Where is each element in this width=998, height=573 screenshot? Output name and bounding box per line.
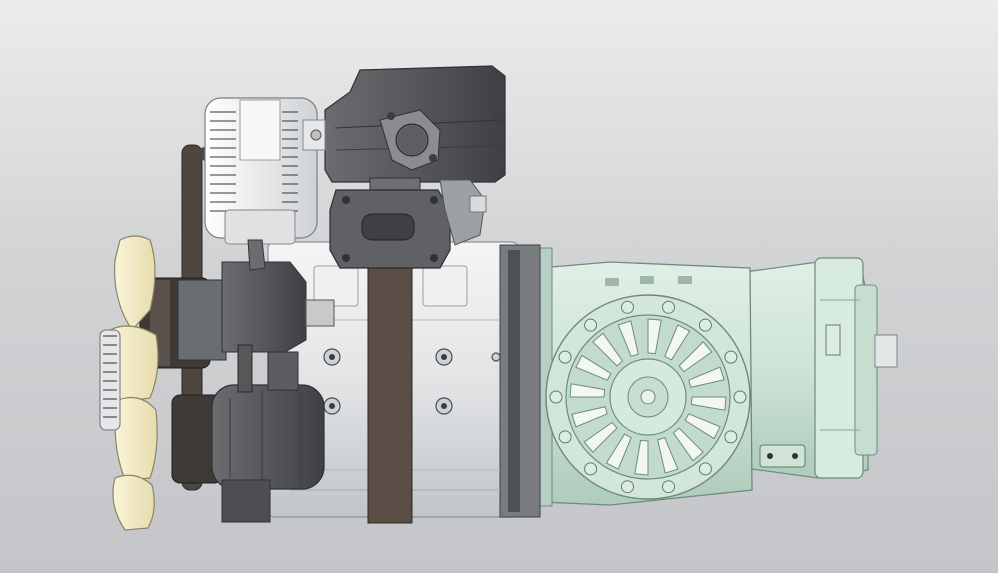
cad-viewport[interactable] (0, 0, 998, 573)
flange-bolt (558, 350, 572, 364)
flange-bolt (724, 350, 738, 364)
flange-bolt (733, 390, 747, 404)
flange-bolt (698, 462, 712, 476)
alternator[interactable] (204, 97, 326, 245)
flange-bolt (662, 300, 675, 314)
flange-bolt (621, 300, 634, 314)
cooling-fan[interactable] (99, 235, 159, 531)
flange-bolt (584, 318, 598, 332)
flange-bolt (621, 480, 634, 494)
transmission-bellhousing[interactable] (535, 247, 753, 507)
gearbox-tailhousing[interactable] (744, 257, 898, 479)
cad-model-scene[interactable] (0, 0, 998, 573)
flange-bolt (549, 390, 563, 404)
flange-bolt (724, 430, 738, 444)
flange-bolt (662, 480, 675, 494)
flange-bolt (698, 318, 712, 332)
intake-manifold[interactable] (324, 65, 506, 269)
flange-bolt (558, 430, 572, 444)
flange-bolt (584, 462, 598, 476)
